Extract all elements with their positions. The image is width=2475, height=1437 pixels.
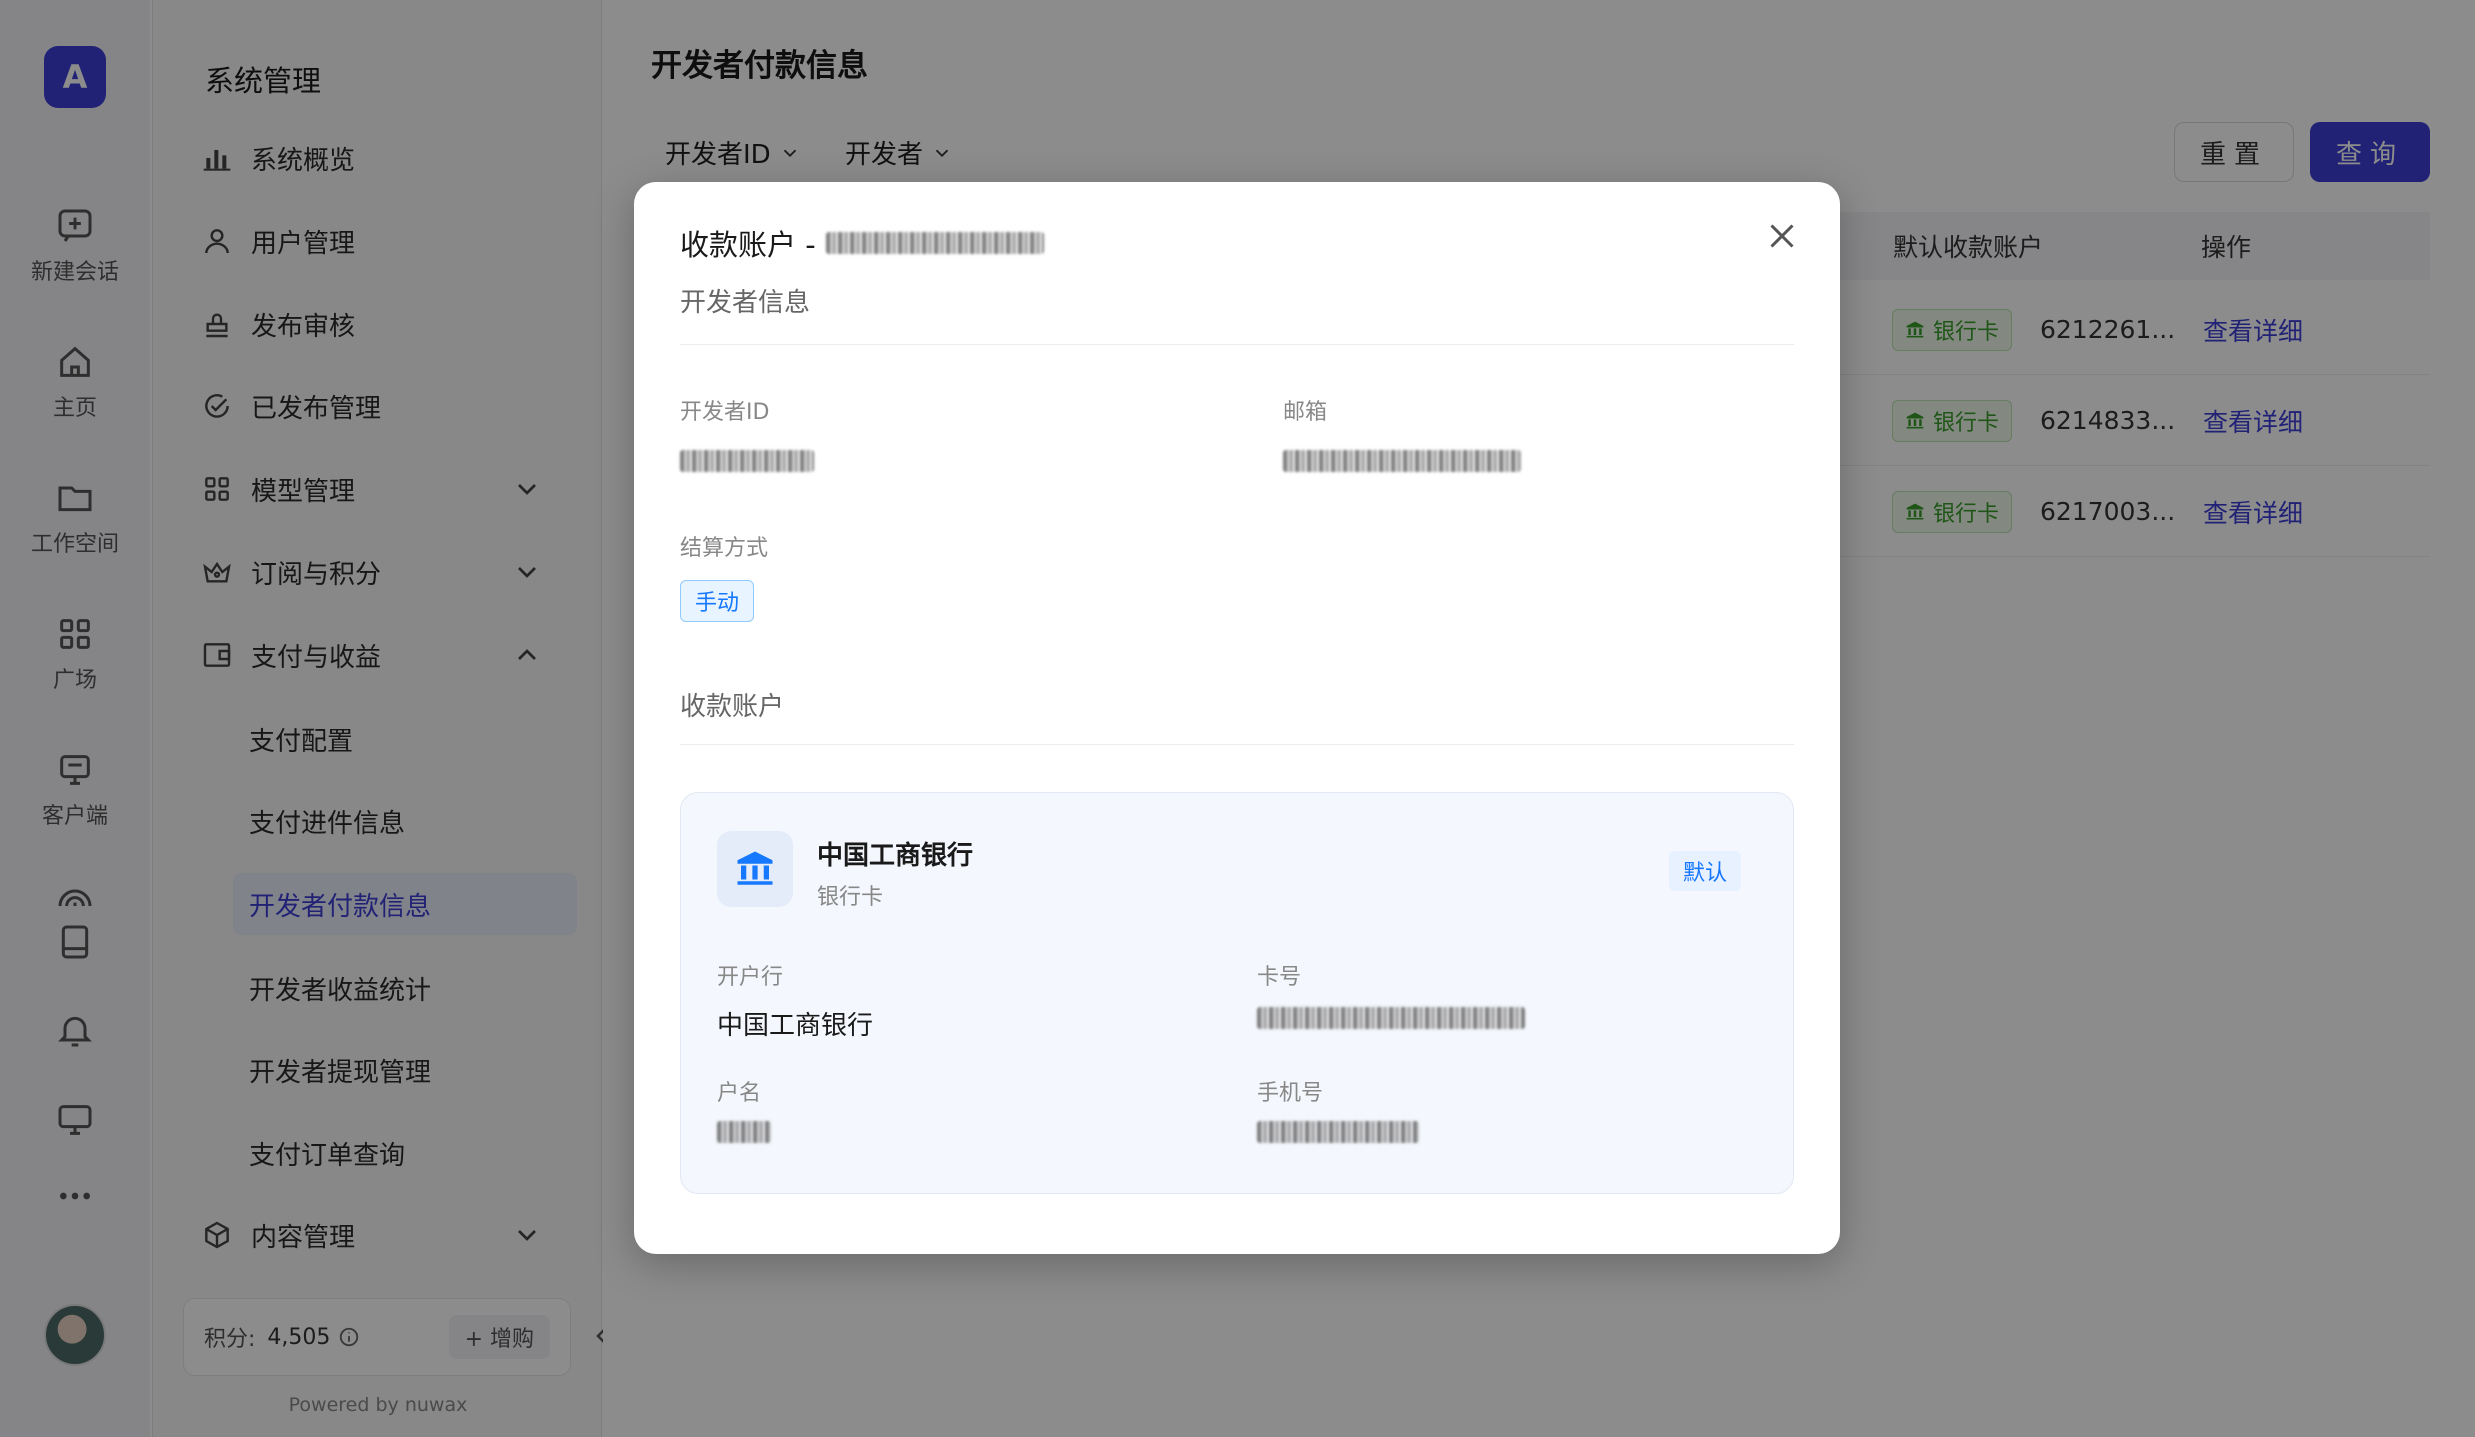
bank-icon <box>737 851 773 885</box>
redacted-card-number <box>1257 1007 1525 1029</box>
branch-label: 开户行 <box>717 965 784 990</box>
redacted-developer-id <box>680 450 814 472</box>
divider <box>680 744 1794 745</box>
section-payee-account: 收款账户 <box>680 692 785 722</box>
redacted-email <box>1283 450 1521 472</box>
bank-account-card: 中国工商银行 银行卡 默认 开户行 中国工商银行 卡号 户名 手机号 <box>680 792 1794 1194</box>
card-number-label: 卡号 <box>1257 965 1302 990</box>
redacted-phone <box>1257 1121 1419 1143</box>
redacted-holder-name <box>717 1121 771 1143</box>
divider <box>680 344 1794 345</box>
bank-name: 中国工商银行 <box>817 841 974 871</box>
branch-value: 中国工商银行 <box>717 1011 874 1041</box>
modal-title: 收款账户 - <box>680 222 1044 264</box>
bank-logo <box>717 831 793 907</box>
payee-account-modal: 收款账户 - 开发者信息 开发者ID 邮箱 结算方式 手动 收款账户 中国工商银… <box>634 182 1840 1254</box>
close-icon[interactable] <box>1764 218 1800 254</box>
phone-label: 手机号 <box>1257 1081 1324 1106</box>
redacted-developer-name <box>825 232 1044 254</box>
bank-type: 银行卡 <box>817 885 884 910</box>
default-tag: 默认 <box>1668 851 1741 891</box>
section-developer-info: 开发者信息 <box>680 288 811 318</box>
settlement-manual-tag: 手动 <box>680 580 755 622</box>
developer-id-label: 开发者ID <box>680 400 770 425</box>
modal-title-text: 收款账户 - <box>680 228 816 262</box>
email-label: 邮箱 <box>1283 400 1328 425</box>
holder-label: 户名 <box>717 1081 762 1106</box>
settlement-label: 结算方式 <box>680 536 769 561</box>
